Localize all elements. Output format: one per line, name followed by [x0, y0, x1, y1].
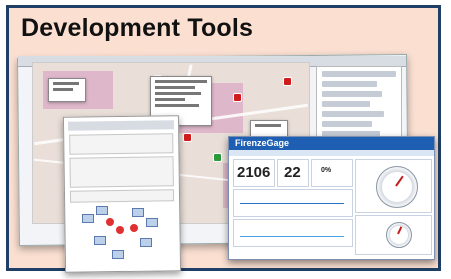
- graph-hub-node: [106, 218, 114, 226]
- value-2: 22: [284, 164, 301, 181]
- graph-node: [82, 214, 94, 223]
- line-chart-card: [233, 219, 353, 247]
- graph-hub-node: [116, 226, 124, 234]
- value-card: 2106: [233, 159, 275, 187]
- graph-hub-node: [130, 224, 138, 232]
- graph-node: [132, 208, 144, 217]
- gauge-card: [355, 159, 432, 213]
- map-info-popup: [48, 78, 86, 102]
- slide: Development Tools FirenzeGage 2106 22 0%: [0, 0, 451, 279]
- map-marker-icon[interactable]: [213, 153, 222, 162]
- map-marker-icon[interactable]: [283, 77, 292, 86]
- graph-node: [112, 250, 124, 259]
- map-marker-icon[interactable]: [233, 93, 242, 102]
- graph-node: [146, 218, 158, 227]
- dashboard-title: FirenzeGage: [235, 138, 290, 148]
- map-marker-icon[interactable]: [183, 133, 192, 142]
- dashboard-header: FirenzeGage: [229, 137, 434, 150]
- dashboard-toolbar: [229, 150, 434, 156]
- graph-node: [140, 238, 152, 247]
- value-card: 22: [277, 159, 309, 187]
- gauge-dial-icon: [386, 222, 412, 248]
- graph-node: [96, 206, 108, 215]
- gauge-card: [355, 215, 432, 255]
- value-card: 0%: [311, 159, 353, 187]
- firenzegage-dashboard: FirenzeGage 2106 22 0%: [228, 136, 435, 260]
- graph-node: [94, 236, 106, 245]
- gauge-dial-icon: [376, 166, 418, 208]
- line-chart-card: [233, 189, 353, 217]
- value-1: 2106: [237, 164, 271, 181]
- slide-title: Development Tools: [21, 14, 254, 42]
- value-3: 0%: [321, 167, 332, 174]
